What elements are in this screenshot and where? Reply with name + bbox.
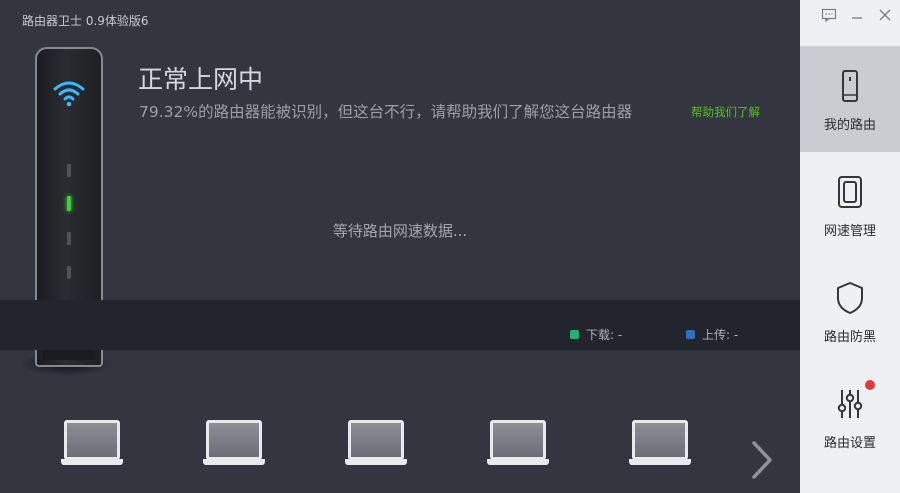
speed-waiting-text: 等待路由网速数据... xyxy=(332,222,468,240)
close-icon[interactable] xyxy=(877,7,893,23)
router-led-2 xyxy=(67,196,71,211)
monitor-icon xyxy=(348,420,404,460)
sidebar-item-label: 路由防黑 xyxy=(823,330,876,345)
upload-label: 上传: - xyxy=(702,328,739,342)
chevron-right-icon[interactable] xyxy=(749,440,775,480)
upload-swatch xyxy=(686,330,695,339)
router-led-4 xyxy=(67,266,71,279)
shield-icon xyxy=(837,282,863,314)
sidebar-item-my-router[interactable]: 我的路由 xyxy=(800,46,900,152)
app-title: 路由器卫士 0.9体验版6 xyxy=(22,14,149,28)
monitor-icon xyxy=(64,420,120,460)
router-icon xyxy=(842,70,858,102)
download-label: 下载: - xyxy=(586,328,623,342)
sidebar-item-label: 我的路由 xyxy=(823,118,876,133)
notification-badge xyxy=(865,380,875,390)
sliders-icon xyxy=(837,390,863,418)
device-item[interactable] xyxy=(203,420,265,465)
monitor-icon xyxy=(206,420,262,460)
sidebar-item-label: 路由设置 xyxy=(823,436,876,451)
window-controls xyxy=(800,0,900,30)
upload-legend: 上传: - xyxy=(686,326,738,343)
main-panel: 路由器卫士 0.9体验版6 正常上网中 79.32%的路由器能被识别，但这台不行… xyxy=(0,0,800,493)
device-item[interactable] xyxy=(345,420,407,465)
monitor-icon xyxy=(632,420,688,460)
status-description: 79.32%的路由器能被识别，但这台不行，请帮助我们了解您这台路由器 xyxy=(139,103,633,121)
download-swatch xyxy=(570,330,579,339)
wifi-icon xyxy=(53,81,85,107)
device-item[interactable] xyxy=(487,420,549,465)
router-led-1 xyxy=(67,164,71,177)
monitor-icon xyxy=(490,420,546,460)
sidebar-item-label: 网速管理 xyxy=(823,224,876,239)
device-list xyxy=(0,420,800,493)
sidebar-item-settings[interactable]: 路由设置 xyxy=(800,364,900,470)
device-item[interactable] xyxy=(629,420,691,465)
device-item[interactable] xyxy=(61,420,123,465)
feedback-icon[interactable] xyxy=(821,7,837,23)
status-title: 正常上网中 xyxy=(138,65,264,94)
sidebar-item-security[interactable]: 路由防黑 xyxy=(800,258,900,364)
sidebar-item-speed[interactable]: 网速管理 xyxy=(800,152,900,258)
help-us-link[interactable]: 帮助我们了解 xyxy=(691,104,760,120)
speed-band xyxy=(0,300,800,350)
speed-icon xyxy=(838,176,862,208)
download-legend: 下载: - xyxy=(570,326,622,343)
minimize-icon[interactable] xyxy=(849,7,865,23)
